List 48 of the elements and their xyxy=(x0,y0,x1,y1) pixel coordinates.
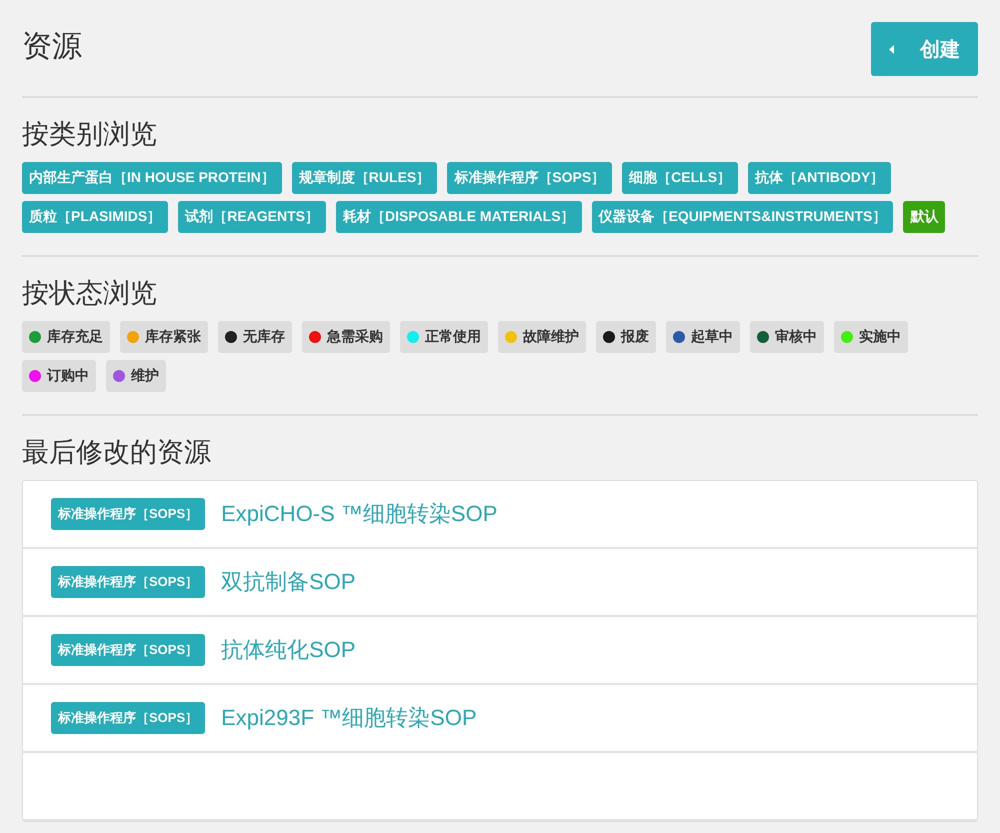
resource-link[interactable]: 抗体纯化SOP xyxy=(221,635,356,665)
page-title: 资源 xyxy=(22,29,82,65)
status-label: 故障维护 xyxy=(523,328,579,346)
status-label: 正常使用 xyxy=(425,328,481,346)
category-tag[interactable]: 质粒［PLASIMIDS］ xyxy=(22,201,168,233)
create-button[interactable]: 创建 xyxy=(871,22,978,76)
category-tag: 标准操作程序［SOPS］ xyxy=(51,702,206,734)
section-title: 按类别浏览 xyxy=(22,118,158,151)
status-tag[interactable]: 库存紧张 xyxy=(120,321,208,353)
default-tag[interactable]: 默认 xyxy=(903,201,946,233)
status-tag[interactable]: 审核中 xyxy=(750,321,824,353)
status-label: 库存充足 xyxy=(47,328,103,346)
category-tag[interactable]: 规章制度［RULES］ xyxy=(292,162,438,194)
status-tag[interactable]: 故障维护 xyxy=(498,321,586,353)
resource-link[interactable]: Expi293F ™细胞转染SOP xyxy=(221,703,477,733)
status-tag[interactable]: 订购中 xyxy=(22,360,96,392)
status-label: 实施中 xyxy=(859,328,901,346)
status-tag[interactable]: 急需采购 xyxy=(302,321,390,353)
category-tag: 标准操作程序［SOPS］ xyxy=(51,498,206,530)
status-label: 订购中 xyxy=(47,367,89,385)
section-title: 最后修改的资源 xyxy=(22,436,212,469)
category-tag[interactable]: 抗体［ANTIBODY］ xyxy=(748,162,892,194)
status-tag[interactable]: 正常使用 xyxy=(400,321,488,353)
category-tag: 标准操作程序［SOPS］ xyxy=(51,566,206,598)
category-tag[interactable]: 仪器设备［EQUIPMENTS&INSTRUMENTS］ xyxy=(592,201,894,233)
status-label: 维护 xyxy=(131,367,159,385)
status-label: 报废 xyxy=(621,328,649,346)
caret-icon xyxy=(889,44,894,54)
category-tag[interactable]: 内部生产蛋白［IN HOUSE PROTEIN］ xyxy=(22,162,282,194)
category-tag: 标准操作程序［SOPS］ xyxy=(51,634,206,666)
status-tag[interactable]: 实施中 xyxy=(834,321,908,353)
category-tag[interactable]: 标准操作程序［SOPS］ xyxy=(447,162,612,194)
resource-link[interactable]: 双抗制备SOP xyxy=(221,567,356,597)
status-label: 起草中 xyxy=(691,328,733,346)
status-label: 库存紧张 xyxy=(145,328,201,346)
category-tag[interactable]: 耗材［DISPOSABLE MATERIALS］ xyxy=(336,201,582,233)
status-tag[interactable]: 起草中 xyxy=(666,321,740,353)
category-tag[interactable]: 试剂［REAGENTS］ xyxy=(178,201,326,233)
category-tag[interactable]: 细胞［CELLS］ xyxy=(622,162,738,194)
status-label: 无库存 xyxy=(243,328,285,346)
resource-link[interactable]: ExpiCHO-S ™细胞转染SOP xyxy=(221,499,498,529)
status-label: 审核中 xyxy=(775,328,817,346)
status-label: 急需采购 xyxy=(327,328,383,346)
status-tag[interactable]: 维护 xyxy=(106,360,166,392)
status-tag[interactable]: 报废 xyxy=(596,321,656,353)
section-title: 按状态浏览 xyxy=(22,277,158,310)
status-tag[interactable]: 无库存 xyxy=(218,321,292,353)
status-tag[interactable]: 库存充足 xyxy=(22,321,110,353)
